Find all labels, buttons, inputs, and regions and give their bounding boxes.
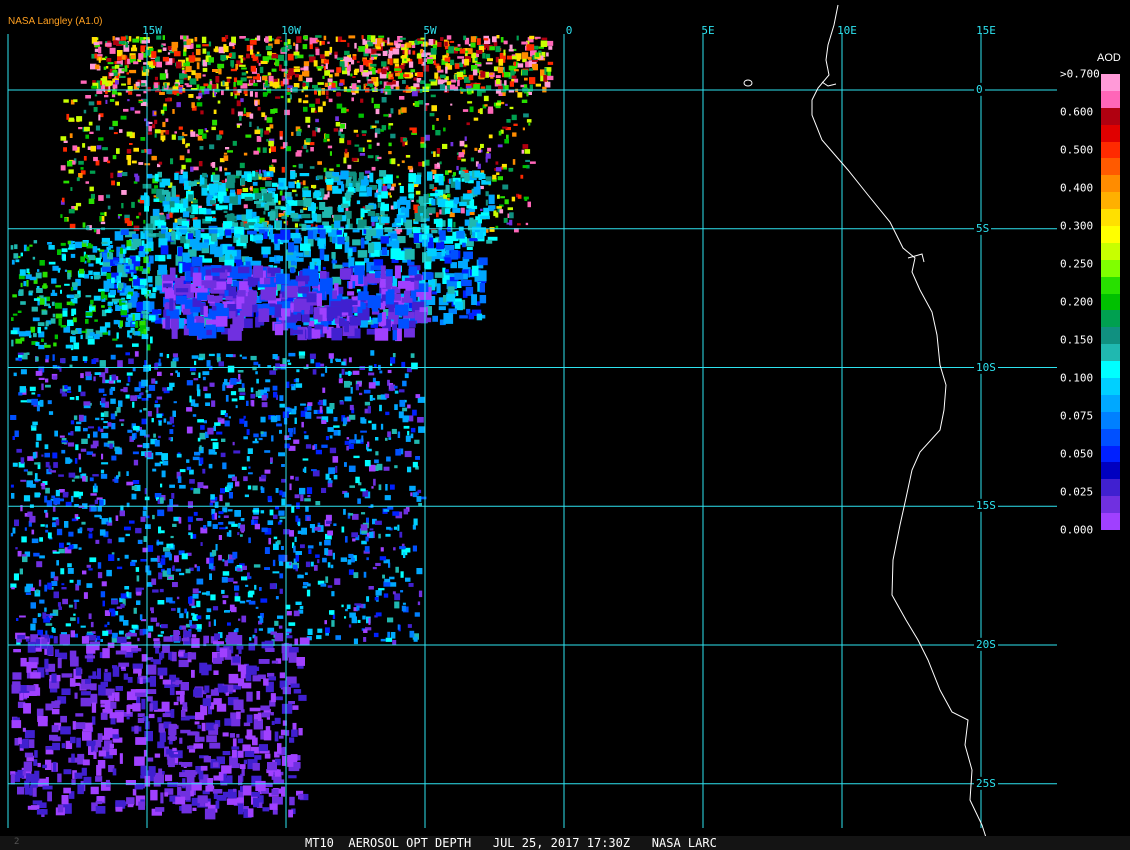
legend-swatch <box>1101 394 1120 412</box>
latitude-label: 5S <box>974 221 992 235</box>
legend-label: 0.075 <box>1060 409 1094 423</box>
legend-swatch <box>1101 293 1120 311</box>
legend-label: 0.025 <box>1060 485 1094 499</box>
aod-swath <box>90 35 554 97</box>
coastline <box>811 4 991 850</box>
longitude-label: 10E <box>837 24 857 37</box>
legend-swatch <box>1101 192 1120 210</box>
legend-label: 0.000 <box>1060 523 1094 537</box>
longitude-label: 15W <box>142 24 162 37</box>
longitude-label: 15E <box>976 24 996 37</box>
latitude-label: 20S <box>974 637 998 651</box>
legend-swatch <box>1101 242 1120 260</box>
legend-swatch <box>1101 158 1120 176</box>
legend-label: 0.200 <box>1060 295 1094 309</box>
status-footer: 2 MT10 AEROSOL OPT DEPTH JUL 25, 2017 17… <box>0 836 1130 850</box>
legend-label: 0.600 <box>1060 105 1094 119</box>
legend-swatch <box>1101 226 1120 243</box>
legend-swatch <box>1101 141 1120 159</box>
aod-map <box>7 4 1057 850</box>
legend-swatch <box>1101 496 1120 514</box>
legend-swatch <box>1101 378 1120 395</box>
latitude-label: 15S <box>974 499 998 513</box>
legend-label: >0.700 <box>1060 67 1100 81</box>
legend-swatch <box>1101 209 1120 227</box>
legend-swatch <box>1101 361 1120 379</box>
legend-colorbar <box>1101 74 1120 531</box>
legend-label: 0.050 <box>1060 447 1094 461</box>
latitude-label: 25S <box>974 776 998 790</box>
latitude-label: 10S <box>974 360 998 374</box>
satellite-map-view: NASA Langley (A1.0) 15W 10W 5W 0 5E 10E 15E 0 5… <box>0 0 1130 850</box>
island-outline <box>743 79 753 87</box>
legend-swatch <box>1101 259 1120 277</box>
longitude-label: 0 <box>565 24 573 37</box>
aod-swath <box>60 80 536 235</box>
coastline-inlet <box>907 253 925 263</box>
credit-label: NASA Langley (A1.0) <box>8 16 103 27</box>
aod-swath <box>10 350 427 646</box>
legend-swatch <box>1101 74 1120 91</box>
legend-swatch <box>1101 327 1120 345</box>
longitude-label: 5E <box>701 24 715 37</box>
legend-swatch <box>1101 462 1120 480</box>
legend-label: 0.300 <box>1060 219 1094 233</box>
legend-swatch <box>1101 107 1120 125</box>
legend-swatch <box>1101 445 1120 463</box>
latitude-label: 0 <box>974 82 985 96</box>
legend-title: AOD <box>1097 52 1121 64</box>
legend-swatch <box>1101 310 1120 328</box>
coastline-bay <box>821 81 837 87</box>
legend-swatch <box>1101 276 1120 294</box>
legend-label: 0.500 <box>1060 143 1094 157</box>
legend-label: 0.400 <box>1060 181 1094 195</box>
longitude-label: 10W <box>281 24 301 37</box>
frame-number: 2 <box>14 837 20 847</box>
footer-title: MT10 AEROSOL OPT DEPTH JUL 25, 2017 17:3… <box>305 836 717 850</box>
legend-swatch <box>1101 90 1120 108</box>
legend-swatch <box>1101 428 1120 446</box>
longitude-label: 5W <box>423 24 437 37</box>
aod-swath <box>10 630 310 820</box>
aod-swath <box>162 265 432 342</box>
legend-label: 0.250 <box>1060 257 1094 271</box>
legend-swatch <box>1101 344 1120 362</box>
legend-swatch <box>1101 513 1120 531</box>
legend-swatch <box>1101 124 1120 142</box>
legend-label: 0.100 <box>1060 371 1094 385</box>
legend-swatch <box>1101 175 1120 193</box>
legend-swatch <box>1101 411 1120 429</box>
legend-label: 0.150 <box>1060 333 1094 347</box>
legend-swatch <box>1101 479 1120 497</box>
